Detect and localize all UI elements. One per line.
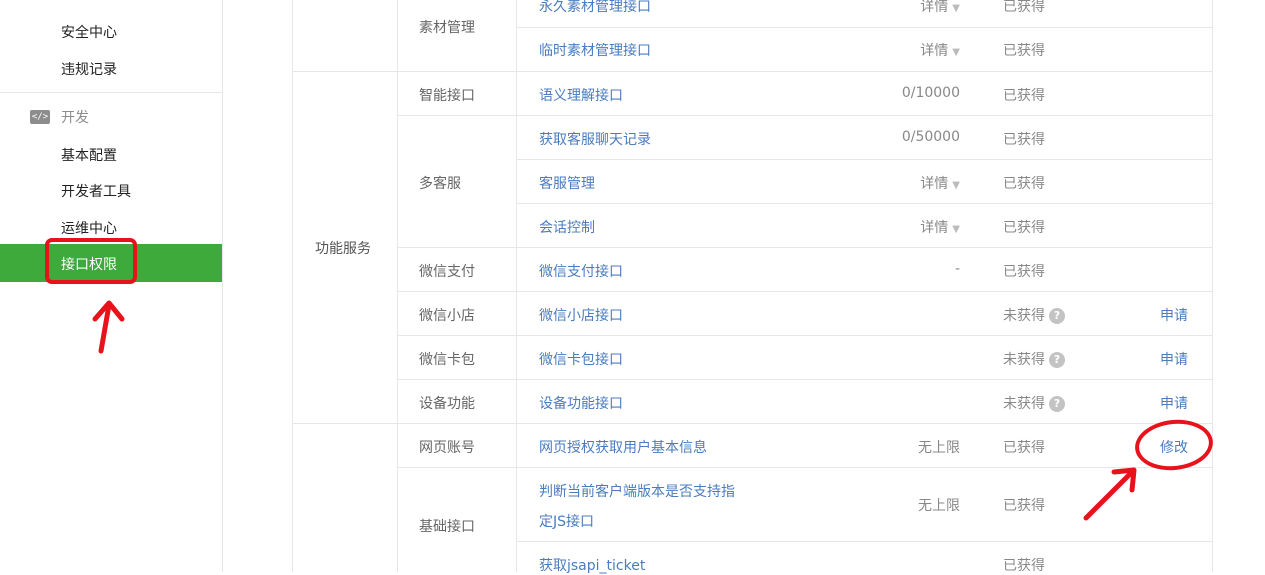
quota-value: 0/10000 — [901, 85, 960, 101]
api-link[interactable]: 获取jsapi_ticket — [539, 555, 645, 575]
status-text: 已获得 — [1003, 176, 1045, 192]
details-dropdown[interactable]: 详情 ▼ — [860, 217, 960, 237]
api-link[interactable]: 网页授权获取用户基本信息 — [539, 437, 707, 457]
section-title: 开发 — [61, 110, 89, 126]
value-text: 详情 — [920, 0, 949, 15]
table-border-right — [1212, 0, 1213, 572]
value-text: 详情 — [920, 43, 949, 59]
status-text: 已获得 — [1003, 220, 1045, 236]
quota-value: 无上限 — [918, 440, 960, 456]
api-link[interactable]: 获取客服聊天记录 — [539, 129, 651, 149]
api-link[interactable]: 语义理解接口 — [539, 85, 623, 105]
subcategory-label: 多客服 — [419, 176, 461, 192]
api-link[interactable]: 永久素材管理接口 — [539, 0, 651, 16]
sidebar: 安全中心 违规记录 </> 开发 基本配置 开发者工具 运维中心 接口权限 — [0, 0, 223, 572]
subcategory-label: 智能接口 — [419, 88, 475, 104]
sidebar-item-dev-tools[interactable]: 开发者工具 — [61, 181, 131, 201]
category-label: 功能服务 — [315, 241, 371, 257]
row-divider — [397, 115, 1213, 116]
subcategory-label: 微信小店 — [419, 308, 475, 324]
subcategory-label: 设备功能 — [419, 396, 475, 412]
row-divider — [292, 423, 1213, 424]
row-divider — [292, 71, 1213, 72]
code-icon: </> — [30, 110, 50, 124]
api-link[interactable]: 判断当前客户端版本是否支持指 — [539, 481, 735, 501]
api-link[interactable]: 微信支付接口 — [539, 261, 623, 281]
subcategory-label: 微信卡包 — [419, 352, 475, 368]
sidebar-item-basic-config[interactable]: 基本配置 — [61, 145, 117, 165]
status-text: 已获得 — [1003, 0, 1045, 15]
sidebar-divider — [0, 92, 222, 93]
help-icon[interactable]: ? — [1049, 352, 1065, 368]
api-link[interactable]: 微信卡包接口 — [539, 349, 623, 369]
status-text: 已获得 — [1003, 498, 1045, 514]
details-dropdown[interactable]: 详情 ▼ — [860, 40, 960, 60]
quota-value: 0/50000 — [901, 129, 960, 145]
api-link[interactable]: 客服管理 — [539, 173, 595, 193]
table-border-left — [292, 0, 293, 572]
api-link[interactable]: 设备功能接口 — [539, 393, 623, 413]
status-label: 未获得 — [1003, 352, 1045, 368]
red-arrow-icon — [1083, 467, 1137, 521]
subcategory-label: 基础接口 — [419, 519, 475, 535]
row-divider — [397, 247, 1213, 248]
status-text: 已获得 — [1003, 440, 1045, 456]
status-label: 未获得 — [1003, 308, 1045, 324]
help-icon[interactable]: ? — [1049, 396, 1065, 412]
sidebar-item-partial[interactable] — [61, 0, 65, 4]
api-link[interactable]: 微信小店接口 — [539, 305, 623, 325]
apply-link[interactable]: 申请 — [1160, 305, 1188, 325]
apply-link[interactable]: 申请 — [1160, 349, 1188, 369]
sidebar-item-violation-records[interactable]: 违规记录 — [61, 59, 117, 79]
quota-value: 无上限 — [918, 498, 960, 514]
apply-link[interactable]: 申请 — [1160, 393, 1188, 413]
caret-down-icon: ▼ — [952, 224, 960, 235]
api-link[interactable]: 会话控制 — [539, 217, 595, 237]
red-arrow-icon — [92, 300, 125, 354]
caret-down-icon: ▼ — [952, 180, 960, 191]
row-divider — [397, 335, 1213, 336]
table-col-divider — [516, 0, 517, 572]
status-text: 未获得? — [1003, 349, 1065, 369]
status-text: 已获得 — [1003, 132, 1045, 148]
status-text: 已获得 — [1003, 558, 1045, 574]
quota-value: - — [954, 261, 960, 277]
subcategory-label: 网页账号 — [419, 440, 475, 456]
status-text: 未获得? — [1003, 393, 1065, 413]
row-divider — [397, 291, 1213, 292]
subcategory-label: 素材管理 — [419, 20, 475, 36]
caret-down-icon: ▼ — [952, 3, 960, 14]
status-text: 已获得 — [1003, 88, 1045, 104]
sidebar-item-ops-center[interactable]: 运维中心 — [61, 218, 117, 238]
row-divider — [516, 541, 1213, 542]
value-text: 详情 — [920, 220, 949, 236]
sidebar-section-develop: </> 开发 — [30, 107, 89, 127]
value-text: 详情 — [920, 176, 949, 192]
subcategory-label: 微信支付 — [419, 264, 475, 280]
caret-down-icon: ▼ — [952, 47, 960, 58]
row-divider — [516, 159, 1213, 160]
api-link[interactable]: 临时素材管理接口 — [539, 40, 651, 60]
details-dropdown[interactable]: 详情 ▼ — [860, 0, 960, 16]
status-text: 已获得 — [1003, 43, 1045, 59]
status-text: 已获得 — [1003, 264, 1045, 280]
row-divider — [516, 203, 1213, 204]
details-dropdown[interactable]: 详情 ▼ — [860, 173, 960, 193]
api-link[interactable]: 定JS接口 — [539, 511, 594, 531]
status-text: 未获得? — [1003, 305, 1065, 325]
row-divider — [397, 379, 1213, 380]
sidebar-item-security-center[interactable]: 安全中心 — [61, 22, 117, 42]
table-col-divider — [397, 0, 398, 572]
status-label: 未获得 — [1003, 396, 1045, 412]
help-icon[interactable]: ? — [1049, 308, 1065, 324]
row-divider — [516, 27, 1213, 28]
highlight-box — [45, 238, 137, 284]
